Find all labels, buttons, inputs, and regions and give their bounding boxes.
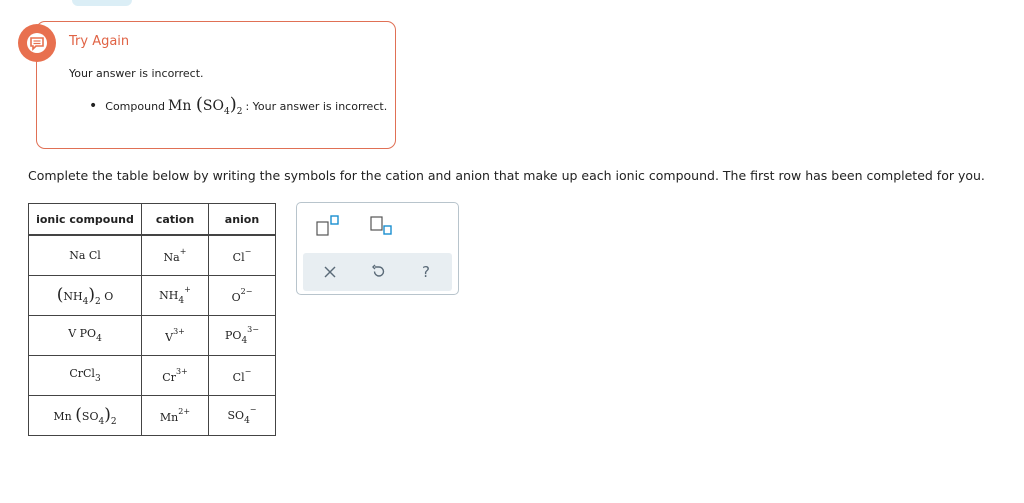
cation-cell[interactable]: NH4+ [141, 275, 209, 316]
table-row: CrCl3 Cr3+ Cl− [28, 355, 276, 396]
cation-cell[interactable]: Mn2+ [141, 395, 209, 436]
compound-cell: Na Cl [28, 234, 142, 276]
table-row: (NH4)2 O NH4+ O2− [28, 275, 276, 316]
help-icon[interactable]: ? [411, 257, 441, 287]
compound-cell: CrCl3 [28, 355, 142, 396]
header-ionic-compound: ionic compound [28, 203, 142, 236]
compound-cell: Mn (SO4)2 [28, 395, 142, 436]
feedback-message: Your answer is incorrect. [69, 67, 204, 80]
bullet-formula: Mn (SO4)2 [168, 94, 243, 117]
anion-cell[interactable]: PO43− [208, 315, 276, 356]
ionic-compounds-table: ionic compound cation anion Na Cl Na+ Cl… [28, 203, 276, 436]
header-cation: cation [141, 203, 209, 236]
math-toolbar: ? [296, 202, 459, 295]
anion-cell[interactable]: O2− [208, 275, 276, 316]
instructions: Complete the table below by writing the … [28, 168, 985, 183]
bullet-dot: • [89, 98, 98, 114]
clear-icon[interactable] [315, 257, 345, 287]
table-row: Mn (SO4)2 Mn2+ SO4− [28, 395, 276, 436]
table-row: V PO4 V3+ PO43− [28, 315, 276, 356]
cation-cell[interactable]: Cr3+ [141, 355, 209, 396]
table-row: Na Cl Na+ Cl− [28, 234, 276, 276]
header-anion: anion [208, 203, 276, 236]
anion-cell[interactable]: SO4− [208, 395, 276, 436]
anion-cell[interactable]: Cl− [208, 355, 276, 396]
chat-bubble-icon [18, 24, 56, 62]
feedback-bullet: • Compound Mn (SO4)2 : Your answer is in… [89, 94, 387, 117]
compound-cell: (NH4)2 O [28, 275, 142, 316]
bullet-suffix: : Your answer is incorrect. [245, 100, 388, 113]
cation-cell[interactable]: V3+ [141, 315, 209, 356]
top-tab [72, 0, 132, 6]
compound-cell: V PO4 [28, 315, 142, 356]
table-header-row: ionic compound cation anion [28, 203, 276, 236]
toolbar-action-bar: ? [303, 253, 452, 291]
anion-cell[interactable]: Cl− [208, 234, 276, 276]
cation-cell[interactable]: Na+ [141, 234, 209, 276]
undo-icon[interactable] [363, 257, 393, 287]
superscript-template-icon[interactable] [313, 211, 343, 241]
bullet-prefix: Compound [105, 100, 166, 113]
subscript-template-icon[interactable] [367, 211, 397, 241]
feedback-title: Try Again [69, 34, 130, 49]
